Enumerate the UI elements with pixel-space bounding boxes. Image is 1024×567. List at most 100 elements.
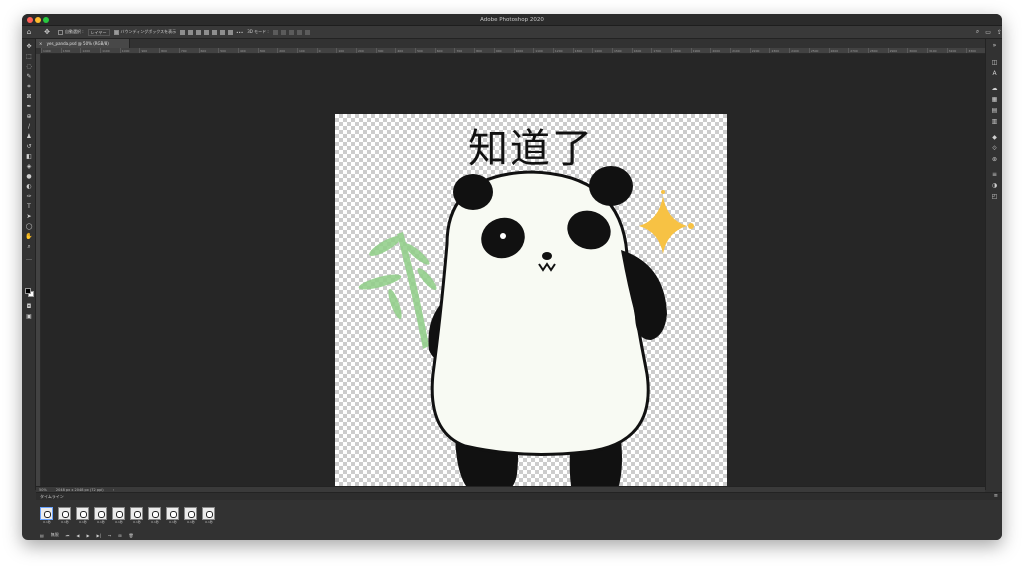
- align-left-icon[interactable]: [180, 29, 186, 35]
- brush-settings-panel-icon[interactable]: ≡: [990, 171, 999, 179]
- more-options-button[interactable]: •••: [236, 26, 243, 39]
- loop-dropdown[interactable]: 無限: [51, 532, 59, 538]
- frame-duration[interactable]: 0.1秒: [184, 520, 198, 525]
- timeline-frame[interactable]: 0.1秒: [40, 507, 55, 527]
- 3d-orbit-icon[interactable]: [272, 29, 278, 35]
- eyedropper-tool-icon[interactable]: ✒: [24, 103, 34, 111]
- align-center-icon[interactable]: [188, 29, 194, 35]
- timeline-menu-icon[interactable]: ≡: [994, 493, 998, 500]
- timeline-frame[interactable]: 0.1秒: [130, 507, 145, 527]
- timeline-frame[interactable]: 0.1秒: [76, 507, 91, 527]
- close-tab-icon[interactable]: ×: [39, 41, 42, 46]
- timeline-frame[interactable]: 0.1秒: [112, 507, 127, 527]
- timeline-frame[interactable]: 0.1秒: [148, 507, 163, 527]
- magic-wand-tool-icon[interactable]: ✎: [24, 73, 34, 81]
- layers-panel-icon[interactable]: ◆: [990, 134, 999, 142]
- auto-select-option[interactable]: 自動選択 :: [58, 26, 84, 39]
- libraries-panel-icon[interactable]: ☁: [990, 85, 999, 93]
- share-icon[interactable]: ⇪: [997, 29, 1002, 36]
- history-brush-tool-icon[interactable]: ↺: [24, 143, 34, 151]
- frame-duration[interactable]: 0.1秒: [94, 520, 108, 525]
- history-panel-icon[interactable]: ▥: [990, 118, 999, 126]
- lasso-tool-icon[interactable]: ◌: [24, 63, 34, 71]
- hand-tool-icon[interactable]: ✋: [24, 233, 34, 241]
- document-canvas[interactable]: 知道了: [335, 114, 727, 506]
- adjustments-panel-icon[interactable]: ▦: [990, 96, 999, 104]
- ruler-tick: 1300: [572, 48, 593, 53]
- frame-duration[interactable]: 0.1秒: [112, 520, 126, 525]
- paint-bucket-tool-icon[interactable]: ◈: [24, 163, 34, 171]
- ruler-tick: 2900: [887, 48, 908, 53]
- document-tab[interactable]: × yes_panda.psd @ 50% (RGB/8): [36, 39, 130, 48]
- 3d-pan-icon[interactable]: [288, 29, 294, 35]
- align-middle-icon[interactable]: [212, 29, 218, 35]
- frame-duration[interactable]: 0.1秒: [166, 520, 180, 525]
- tween-icon[interactable]: ⤳: [108, 533, 111, 538]
- show-transform-checkbox[interactable]: [113, 29, 119, 35]
- ruler-tick: 500: [415, 48, 435, 53]
- collapse-panels-icon[interactable]: »: [990, 42, 999, 50]
- paths-panel-icon[interactable]: ⟐: [990, 145, 999, 153]
- frame-duration[interactable]: 0.1秒: [76, 520, 90, 525]
- home-icon[interactable]: ⌂: [22, 26, 36, 39]
- quick-mask-icon[interactable]: ◘: [24, 303, 34, 311]
- align-top-icon[interactable]: [204, 29, 210, 35]
- dodge-tool-icon[interactable]: ◐: [24, 183, 34, 191]
- clone-stamp-tool-icon[interactable]: ♟: [24, 133, 34, 141]
- frame-duration[interactable]: 0.1秒: [40, 520, 54, 525]
- show-transform-option[interactable]: バウンディングボックスを表示: [113, 26, 176, 39]
- next-frame-icon[interactable]: ▶|: [97, 533, 101, 538]
- timeline-frame[interactable]: 0.1秒: [166, 507, 181, 527]
- play-icon[interactable]: ▶: [86, 533, 89, 538]
- swatches-panel-icon[interactable]: ▤: [990, 107, 999, 115]
- align-bottom-icon[interactable]: [220, 29, 226, 35]
- duplicate-frame-icon[interactable]: ⊞: [118, 533, 121, 538]
- auto-select-checkbox[interactable]: [58, 29, 63, 35]
- screen-mode-icon[interactable]: ▣: [24, 313, 34, 321]
- path-selection-tool-icon[interactable]: ➤: [24, 213, 34, 221]
- zoom-tool-icon[interactable]: ⌕: [24, 243, 34, 251]
- move-tool-icon[interactable]: ✥: [24, 43, 34, 51]
- frame-duration[interactable]: 0.1秒: [58, 520, 72, 525]
- convert-timeline-icon[interactable]: ▤: [40, 533, 44, 538]
- marquee-tool-icon[interactable]: ⬚: [24, 53, 34, 61]
- previous-frame-icon[interactable]: ◀: [76, 533, 79, 538]
- foreground-color-swatch[interactable]: [25, 288, 31, 294]
- channels-panel-icon[interactable]: ⊛: [990, 156, 999, 164]
- auto-select-target-dropdown[interactable]: レイヤー: [87, 28, 110, 36]
- search-icon[interactable]: ⌕: [976, 28, 979, 36]
- pen-tool-icon[interactable]: ✑: [24, 193, 34, 201]
- character-panel-icon[interactable]: A: [990, 70, 999, 78]
- type-tool-icon[interactable]: T: [24, 203, 34, 211]
- frame-duration[interactable]: 0.1秒: [130, 520, 144, 525]
- move-tool-preset-icon[interactable]: ✥: [40, 26, 54, 39]
- delete-frame-icon[interactable]: 🗑: [129, 533, 134, 538]
- frame-tool-icon[interactable]: ⊠: [24, 93, 34, 101]
- ruler-tick: 2500: [808, 48, 829, 53]
- frame-thumbnail: [112, 507, 125, 520]
- blur-tool-icon[interactable]: ●: [24, 173, 34, 181]
- healing-brush-tool-icon[interactable]: ⊕: [24, 113, 34, 121]
- timeline-frame[interactable]: 0.1秒: [184, 507, 199, 527]
- timeline-frame[interactable]: 0.1秒: [94, 507, 109, 527]
- workspace-icon[interactable]: ▭: [985, 29, 991, 36]
- frame-duration[interactable]: 0.1秒: [148, 520, 162, 525]
- 3d-roll-icon[interactable]: [280, 29, 286, 35]
- properties-panel-icon[interactable]: ◫: [990, 59, 999, 67]
- color-panel-icon[interactable]: ◑: [990, 182, 999, 190]
- timeline-frame[interactable]: 0.1秒: [202, 507, 217, 527]
- timeline-frame[interactable]: 0.1秒: [58, 507, 73, 527]
- 3d-slide-icon[interactable]: [296, 29, 302, 35]
- first-frame-icon[interactable]: ⏮: [66, 533, 70, 538]
- crop-tool-icon[interactable]: ⌗: [24, 83, 34, 91]
- frame-duration[interactable]: 0.1秒: [202, 520, 216, 525]
- info-panel-icon[interactable]: ◰: [990, 193, 999, 201]
- eraser-tool-icon[interactable]: ◧: [24, 153, 34, 161]
- edit-toolbar-icon[interactable]: …: [24, 255, 34, 263]
- 3d-scale-icon[interactable]: [304, 29, 310, 35]
- shape-tool-icon[interactable]: ◯: [24, 223, 34, 231]
- distribute-icon[interactable]: [228, 29, 234, 35]
- brush-tool-icon[interactable]: /: [24, 123, 34, 131]
- canvas-area[interactable]: 知道了: [41, 54, 985, 506]
- align-right-icon[interactable]: [196, 29, 202, 35]
